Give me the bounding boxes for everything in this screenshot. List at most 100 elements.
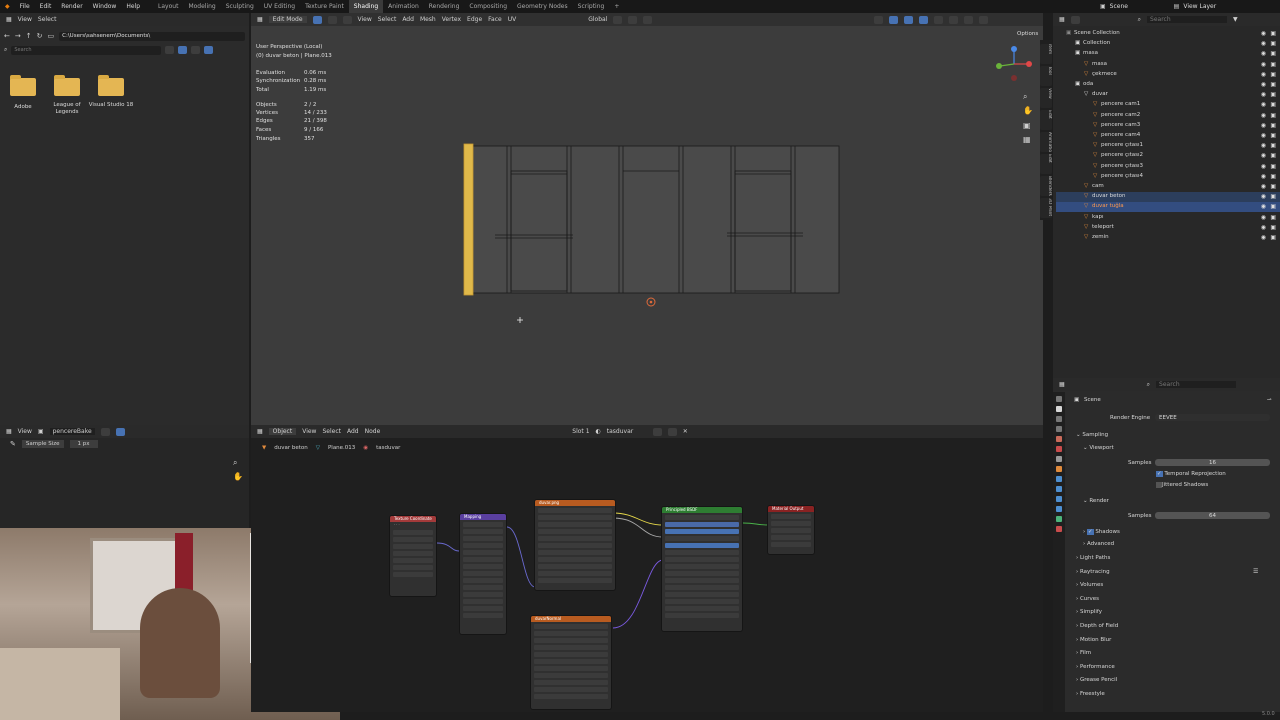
camera-render-icon[interactable]: ▣ (1270, 91, 1276, 98)
menu-select[interactable]: Select (38, 16, 57, 23)
tab-animation[interactable]: Animation (383, 0, 424, 13)
menu-render[interactable]: Render (56, 3, 87, 10)
image-name-field[interactable]: pencereBake (49, 428, 95, 435)
add-workspace-icon[interactable]: + (609, 0, 624, 13)
camera-render-icon[interactable]: ▣ (1270, 203, 1276, 210)
outliner-item[interactable]: ▽ pencere cam1 ◉ ▣ (1056, 100, 1280, 110)
folder-label[interactable]: Visual Studio 18 (88, 102, 134, 109)
scene-tab-icon[interactable] (1056, 436, 1062, 442)
solid-shading-icon[interactable] (949, 15, 959, 24)
camera-render-icon[interactable]: ▣ (1270, 163, 1276, 170)
camera-render-icon[interactable]: ▣ (1270, 152, 1276, 159)
thumbnail-view-icon[interactable] (178, 46, 188, 54)
temporal-reprojection-checkbox[interactable]: ✓ Temporal Reprojection (1156, 471, 1226, 477)
particles-tab-icon[interactable] (1056, 486, 1062, 492)
rendered-shading-icon[interactable] (979, 15, 989, 24)
mode-selector[interactable]: Edit Mode (268, 16, 307, 23)
outliner-item-label[interactable]: duvar beton (1092, 193, 1126, 199)
blender-logo-icon[interactable]: ◆ (0, 3, 15, 10)
outliner-item[interactable]: ▽ pencere cam4 ◉ ▣ (1056, 131, 1280, 141)
outliner-item-label[interactable]: pencere çıtası3 (1101, 163, 1143, 169)
outliner-item[interactable]: ▣ Scene Collection ◉ ▣ (1056, 29, 1280, 39)
render-subsection[interactable]: ⌄ Render (1083, 498, 1109, 504)
outliner-item[interactable]: ▽ zemin ◉ ▣ (1056, 233, 1280, 243)
eye-icon[interactable]: ◉ (1261, 91, 1266, 98)
menu-view[interactable]: View (18, 16, 32, 23)
visibility-icon[interactable] (874, 15, 884, 24)
tab-geometry-nodes[interactable]: Geometry Nodes (512, 0, 573, 13)
camera-render-icon[interactable]: ▣ (1270, 193, 1276, 200)
outliner-item[interactable]: ▽ pencere çıtası2 ◉ ▣ (1056, 151, 1280, 161)
edge-select-icon[interactable] (327, 15, 337, 24)
menu-file[interactable]: File (15, 3, 35, 10)
path-input[interactable]: C:\Users\sahsenem\Documents\ (59, 31, 245, 41)
outliner-item[interactable]: ▣ Collection ◉ ▣ (1056, 39, 1280, 49)
eye-icon[interactable]: ◉ (1261, 30, 1266, 37)
parent-dir-icon[interactable]: ↑ (26, 32, 32, 40)
forward-arrow-icon[interactable]: → (15, 32, 21, 40)
menu-window[interactable]: Window (88, 3, 122, 10)
shadows-subsection[interactable]: › ✓ Shadows (1083, 529, 1120, 535)
ortho-toggle-icon[interactable]: ▦ (1023, 135, 1031, 144)
eye-icon[interactable]: ◉ (1261, 173, 1266, 180)
mapping-node[interactable]: Mapping (459, 513, 507, 635)
menu-uv[interactable]: UV (508, 16, 517, 23)
scene-name[interactable]: Scene (1110, 3, 1170, 10)
property-panel-header[interactable]: › Motion Blur (1076, 637, 1111, 643)
tool-tab-icon[interactable] (1056, 396, 1062, 402)
outliner-search-input[interactable]: Search (1147, 16, 1228, 23)
outliner-item-label[interactable]: duvar (1092, 91, 1108, 97)
object-tab-icon[interactable] (1056, 466, 1062, 472)
output-tab-icon[interactable] (1056, 416, 1062, 422)
editor-type-icon[interactable]: ▦ (257, 16, 263, 23)
property-panel-header[interactable]: › Depth of Field (1076, 623, 1118, 629)
pan-hand-icon[interactable]: ✋ (1023, 106, 1033, 115)
outliner-item-label[interactable]: pencere cam1 (1101, 101, 1140, 107)
outliner-item-label[interactable]: masa (1092, 61, 1107, 67)
material-shading-icon[interactable] (964, 15, 974, 24)
outliner-item-label[interactable]: Collection (1083, 40, 1110, 46)
viewport-sidebar-tab[interactable]: View (1040, 88, 1052, 108)
outliner-item[interactable]: ▽ masa ◉ ▣ (1056, 60, 1280, 70)
material-tab-icon[interactable] (1056, 526, 1062, 532)
camera-render-icon[interactable]: ▣ (1270, 142, 1276, 149)
property-panel-header[interactable]: › Performance (1076, 664, 1115, 670)
property-panel-header[interactable]: › Curves (1076, 596, 1099, 602)
face-select-icon[interactable] (342, 15, 352, 24)
data-tab-icon[interactable] (1056, 516, 1062, 522)
tab-texture-paint[interactable]: Texture Paint (300, 0, 349, 13)
menu-add[interactable]: Add (402, 16, 414, 23)
eye-icon[interactable]: ◉ (1261, 112, 1266, 119)
viewport-sidebar-tab[interactable]: Edit (1040, 110, 1052, 130)
camera-render-icon[interactable]: ▣ (1270, 30, 1276, 37)
eye-icon[interactable]: ◉ (1261, 183, 1266, 190)
tab-rendering[interactable]: Rendering (424, 0, 465, 13)
filter-icon[interactable]: ▼ (1233, 16, 1238, 23)
eye-icon[interactable]: ◉ (1261, 203, 1266, 210)
outliner-item-label[interactable]: zemin (1092, 234, 1109, 240)
editor-type-icon[interactable]: ▦ (1059, 381, 1065, 388)
camera-render-icon[interactable]: ▣ (1270, 50, 1276, 57)
eyedropper-icon[interactable]: ✎ (10, 440, 16, 448)
outliner-item[interactable]: ▽ teleport ◉ ▣ (1056, 223, 1280, 233)
folder-label[interactable]: League of Legends (44, 102, 90, 116)
render-engine-value[interactable]: EEVEE (1159, 415, 1177, 421)
folder-icon[interactable] (10, 75, 36, 96)
render-tab-icon[interactable] (1056, 406, 1062, 412)
outliner-item[interactable]: ▽ pencere çıtası3 ◉ ▣ (1056, 162, 1280, 172)
property-panel-header[interactable]: › Film (1076, 650, 1091, 656)
outliner-item[interactable]: ▽ çekmece ◉ ▣ (1056, 70, 1280, 80)
physics-tab-icon[interactable] (1056, 496, 1062, 502)
list-view-icon[interactable] (165, 46, 175, 54)
tab-uv-editing[interactable]: UV Editing (259, 0, 300, 13)
outliner-item[interactable]: ▽ kapı ◉ ▣ (1056, 213, 1280, 223)
render-samples-value[interactable]: 64 (1209, 513, 1216, 519)
zoom-icon[interactable]: ⌕ (1023, 92, 1027, 102)
outliner-item-label[interactable]: pencere cam2 (1101, 112, 1140, 118)
menu-vertex[interactable]: Vertex (442, 16, 461, 23)
outliner-item[interactable]: ▽ duvar beton ◉ ▣ (1056, 192, 1280, 203)
xray-icon[interactable] (919, 15, 929, 24)
eye-icon[interactable]: ◉ (1261, 71, 1266, 78)
filter-icon[interactable] (204, 46, 214, 54)
outliner-item-label[interactable]: oda (1083, 81, 1093, 87)
